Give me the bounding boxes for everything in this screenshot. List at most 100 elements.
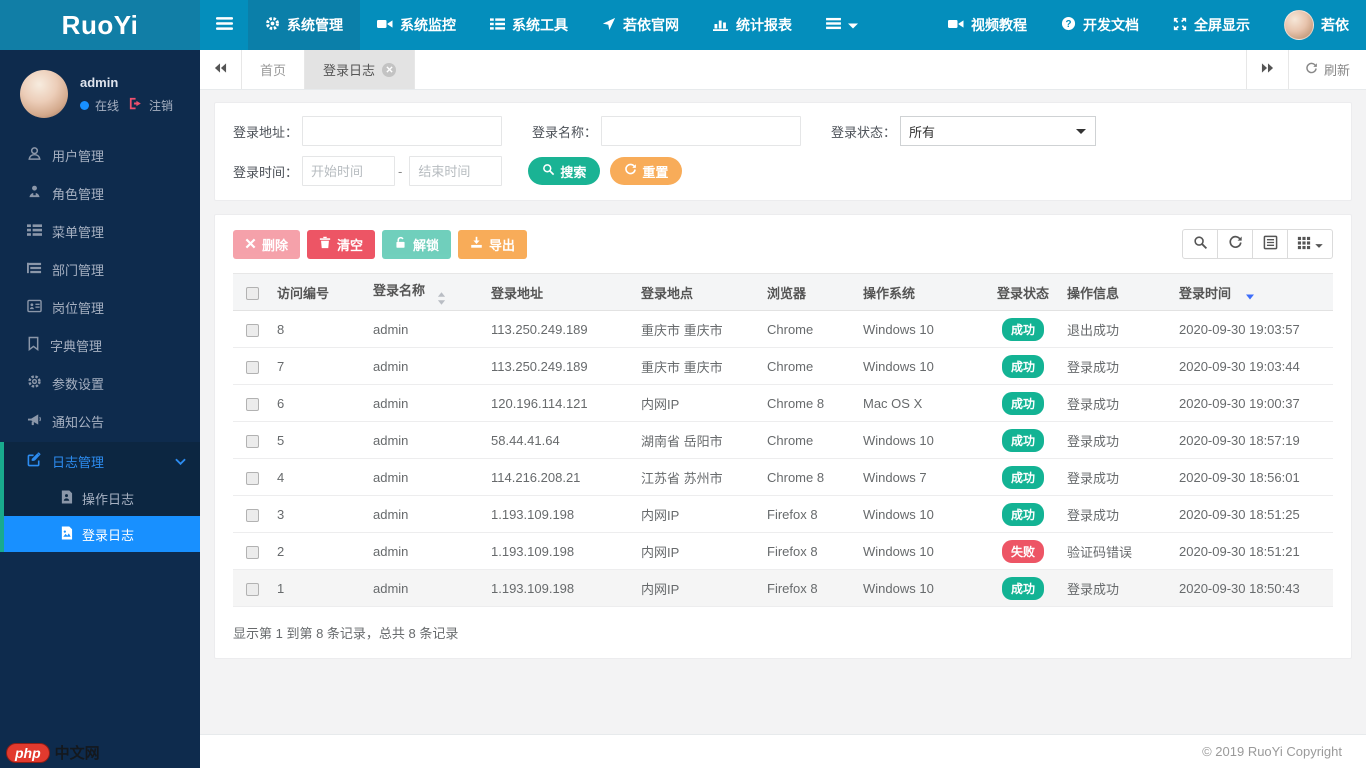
nav-item-system-tools[interactable]: 系统工具 xyxy=(473,0,585,50)
table-cell: 江苏省 苏州市 xyxy=(635,458,761,496)
table-cell: 2020-09-30 19:00:37 xyxy=(1173,384,1333,422)
user-name: admin xyxy=(80,74,119,90)
sidebar-item-login-log[interactable]: 登录日志 xyxy=(4,516,200,552)
tab-login-log[interactable]: 登录日志 xyxy=(305,50,416,89)
nav-item-video-tutorial[interactable]: 视频教程 xyxy=(931,0,1044,50)
sidebar-item-departments[interactable]: 部门管理 xyxy=(0,250,200,288)
col-header-name[interactable]: 登录名称 xyxy=(367,273,485,311)
sidebar-item-users[interactable]: 用户管理 xyxy=(0,136,200,174)
chevron-down-icon xyxy=(175,454,186,469)
columns-button[interactable] xyxy=(1287,229,1333,259)
nav-item-system-manage[interactable]: 系统管理 xyxy=(248,0,360,50)
col-header-time[interactable]: 登录时间 xyxy=(1173,273,1333,311)
login-name-input[interactable] xyxy=(601,116,802,146)
table-row[interactable]: 8 admin 113.250.249.189 重庆市 重庆市 Chrome Window… xyxy=(233,310,1333,348)
table-cell: 内网IP xyxy=(635,384,761,422)
table-cell: admin xyxy=(367,421,485,459)
sidebar-item-menus[interactable]: 菜单管理 xyxy=(0,212,200,250)
refresh-tab-button[interactable]: 刷新 xyxy=(1287,50,1366,89)
table-cell: 成功 xyxy=(985,310,1061,348)
login-status-select[interactable]: 所有 xyxy=(900,116,1097,146)
row-checkbox[interactable] xyxy=(245,545,259,559)
sidebar-item-operation-log[interactable]: 操作日志 xyxy=(4,480,200,516)
nav-user-menu[interactable]: 若依 xyxy=(1267,0,1366,50)
table-row[interactable]: 1 admin 1.193.109.198 内网IP Firefox 8 Windows … xyxy=(233,569,1333,607)
login-log-icon xyxy=(60,526,73,543)
bar-chart-icon xyxy=(713,17,729,34)
logout-link[interactable]: 注销 xyxy=(149,97,173,114)
table-cell: 6 xyxy=(271,384,367,422)
sidebar-toggle-button[interactable] xyxy=(200,0,248,50)
tabs-scroll-left-button[interactable] xyxy=(200,50,242,89)
row-checkbox[interactable] xyxy=(245,397,259,411)
reset-button[interactable]: 重置 xyxy=(610,157,683,185)
table-cell: 失败 xyxy=(985,532,1061,570)
table-row[interactable]: 6 admin 120.196.114.121 内网IP Chrome 8 Mac OS … xyxy=(233,384,1333,422)
row-checkbox[interactable] xyxy=(245,582,259,596)
table-cell: 113.250.249.189 xyxy=(485,310,635,348)
nav-item-dev-docs[interactable]: ? 开发文档 xyxy=(1044,0,1156,50)
nav-item-fullscreen[interactable]: 全屏显示 xyxy=(1156,0,1267,50)
settings-icon xyxy=(27,374,42,392)
bars-icon xyxy=(215,16,233,34)
row-checkbox[interactable] xyxy=(245,323,259,337)
clear-button[interactable]: 清空 xyxy=(307,229,376,259)
sidebar-item-posts[interactable]: 岗位管理 xyxy=(0,288,200,326)
row-checkbox[interactable] xyxy=(245,471,259,485)
login-time-label: 登录时间： xyxy=(233,164,299,180)
row-checkbox[interactable] xyxy=(245,508,259,522)
table-cell: admin xyxy=(367,532,485,570)
sidebar: admin 在线 注销 用户管理 角色管理 菜单管理 部门管理 岗位管理 字典管… xyxy=(0,50,200,768)
nav-item-official-site[interactable]: 若依官网 xyxy=(585,0,696,50)
end-time-input[interactable] xyxy=(409,156,503,186)
sidebar-item-log-manage[interactable]: 日志管理 xyxy=(4,442,200,480)
row-checkbox[interactable] xyxy=(245,434,259,448)
table-cell xyxy=(233,347,271,385)
table-cell: 内网IP xyxy=(635,495,761,533)
row-checkbox[interactable] xyxy=(245,360,259,374)
sidebar-item-dictionaries[interactable]: 字典管理 xyxy=(0,326,200,364)
unlock-button[interactable]: 解锁 xyxy=(382,229,452,259)
sidebar-item-notices[interactable]: 通知公告 xyxy=(0,402,200,440)
login-address-input[interactable] xyxy=(302,116,503,146)
table-cell: 2 xyxy=(271,532,367,570)
export-button[interactable]: 导出 xyxy=(458,229,528,259)
sidebar-item-parameters[interactable]: 参数设置 xyxy=(0,364,200,402)
user-avatar[interactable] xyxy=(20,70,68,118)
gear-icon xyxy=(265,16,280,34)
table-row[interactable]: 2 admin 1.193.109.198 内网IP Firefox 8 Windows … xyxy=(233,532,1333,570)
status-badge: 成功 xyxy=(1001,502,1044,526)
select-all-checkbox[interactable] xyxy=(245,286,259,300)
caret-down-icon xyxy=(1315,237,1323,252)
table-cell: 7 xyxy=(271,347,367,385)
unlock-icon xyxy=(394,236,407,252)
nav-item-system-monitor[interactable]: 系统监控 xyxy=(360,0,473,50)
sidebar-item-roles[interactable]: 角色管理 xyxy=(0,174,200,212)
table-cell: 1.193.109.198 xyxy=(485,495,635,533)
table-cell: 1 xyxy=(271,569,367,607)
refresh-table-button[interactable] xyxy=(1217,229,1253,259)
table-row[interactable]: 4 admin 114.216.208.21 江苏省 苏州市 Chrome 8 Windo… xyxy=(233,458,1333,496)
table-row[interactable]: 7 admin 113.250.249.189 重庆市 重庆市 Chrome Window… xyxy=(233,347,1333,385)
search-button[interactable]: 搜索 xyxy=(528,157,601,185)
status-badge: 成功 xyxy=(1001,354,1044,378)
copyright-text: © 2019 RuoYi Copyright xyxy=(1202,744,1342,759)
dict-icon xyxy=(27,336,40,354)
svg-text:?: ? xyxy=(1065,19,1071,30)
video-icon xyxy=(948,17,964,34)
table-cell: admin xyxy=(367,384,485,422)
nav-more-dropdown[interactable] xyxy=(809,0,875,50)
tabs-scroll-right-button[interactable] xyxy=(1245,50,1288,89)
sort-both-icon xyxy=(437,291,446,305)
detail-view-button[interactable] xyxy=(1252,229,1288,259)
caret-down-icon xyxy=(848,17,858,33)
tab-home[interactable]: 首页 xyxy=(242,50,306,89)
nav-item-statistics[interactable]: 统计报表 xyxy=(696,0,809,50)
toggle-search-button[interactable] xyxy=(1182,229,1218,259)
tab-close-icon[interactable] xyxy=(382,62,397,77)
table-cell: Windows 10 xyxy=(857,569,985,607)
delete-button[interactable]: 删除 xyxy=(233,229,301,259)
start-time-input[interactable] xyxy=(302,156,396,186)
table-row[interactable]: 3 admin 1.193.109.198 内网IP Firefox 8 Windows … xyxy=(233,495,1333,533)
table-row[interactable]: 5 admin 58.44.41.64 湖南省 岳阳市 Chrome Windows 10… xyxy=(233,421,1333,459)
